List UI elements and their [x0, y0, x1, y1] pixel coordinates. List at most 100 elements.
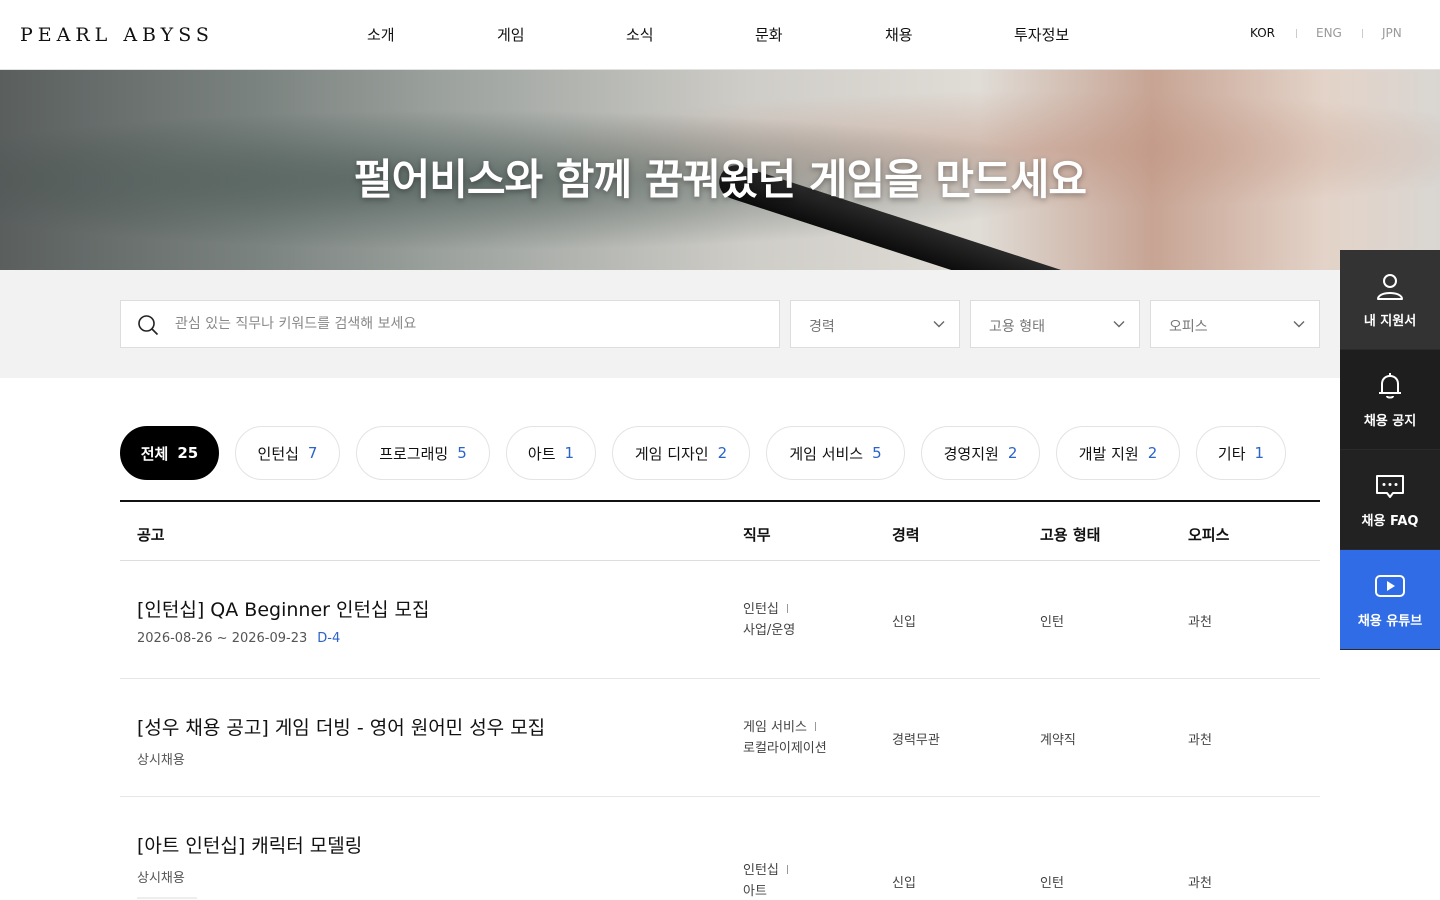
job-divider: [786, 604, 788, 613]
column-header-employment: 고용 형태: [1040, 526, 1101, 544]
category-count: 2: [1007, 444, 1018, 462]
lang-kor[interactable]: KOR: [1250, 26, 1275, 40]
filter-career-select[interactable]: 경력: [790, 300, 960, 348]
filter-office-label: 오피스: [1169, 319, 1208, 335]
category-label: 아트: [527, 444, 556, 463]
period-text: 2026-08-26 ~ 2026-09-23: [137, 631, 308, 646]
category-tab-etc[interactable]: 기타 1: [1196, 426, 1286, 480]
job-category: 인턴십 사업/운영: [743, 599, 795, 641]
recruit-notice-button[interactable]: 채용 공지: [1340, 350, 1440, 450]
category-count: 2: [717, 444, 728, 462]
side-label: 채용 유튜브: [1357, 614, 1423, 629]
my-application-button[interactable]: 내 지원서: [1340, 250, 1440, 350]
job-secondary: 로컬라이제이션: [743, 741, 827, 756]
job-category: 게임 서비스 로컬라이제이션: [743, 717, 827, 759]
chevron-down-icon: [933, 321, 945, 328]
lang-eng[interactable]: ENG: [1316, 26, 1342, 40]
chat-icon: [1376, 475, 1404, 498]
job-secondary: 아트: [743, 884, 767, 899]
period-text: 상시채용: [137, 871, 185, 886]
table-row[interactable]: [성우 채용 공고] 게임 더빙 - 영어 원어민 성우 모집 상시채용 게임 …: [120, 679, 1320, 797]
job-primary: 게임 서비스: [743, 720, 807, 735]
employment-value: 인턴: [1040, 876, 1064, 891]
category-count: 1: [564, 444, 575, 462]
lang-divider: [1296, 29, 1297, 38]
filter-employment-label: 고용 형태: [989, 319, 1045, 335]
category-count: 5: [872, 444, 882, 462]
category-tab-all[interactable]: 전체 25: [120, 426, 219, 480]
category-tab-programming[interactable]: 프로그래밍 5: [356, 426, 490, 480]
filter-employment-select[interactable]: 고용 형태: [970, 300, 1140, 348]
category-tab-art[interactable]: 아트 1: [506, 426, 596, 480]
category-count: 1: [1254, 444, 1265, 462]
category-tab-dev-support[interactable]: 개발 지원 2: [1056, 426, 1180, 480]
posting-period: 상시채용: [137, 867, 185, 886]
job-divider: [814, 722, 816, 731]
category-label: 인턴십: [257, 444, 299, 463]
category-label: 경영지원: [943, 444, 999, 463]
posting-period: 2026-08-26 ~ 2026-09-23 D-4: [137, 631, 340, 646]
search-box: [120, 300, 780, 348]
recruit-youtube-button[interactable]: 채용 유튜브: [1340, 550, 1440, 650]
period-text: 상시채용: [137, 753, 185, 768]
category-label: 게임 디자인: [634, 444, 709, 463]
site-header: PEARL ABYSS 소개 게임 소식 문화 채용 투자정보 KOR ENG …: [0, 0, 1440, 70]
side-label: 채용 공지: [1363, 414, 1417, 429]
employment-value: 인턴: [1040, 615, 1064, 630]
hero-title: 펄어비스와 함께 꿈꿔왔던 게임을 만드세요: [353, 155, 1087, 204]
posting-period: 상시채용: [137, 749, 185, 768]
nav-item-investors[interactable]: 투자정보: [1014, 24, 1069, 45]
search-input[interactable]: [175, 301, 765, 347]
category-tab-game-service[interactable]: 게임 서비스 5: [766, 426, 905, 480]
category-tab-game-design[interactable]: 게임 디자인 2: [612, 426, 750, 480]
side-label: 채용 FAQ: [1361, 514, 1419, 529]
bell-icon: [1379, 373, 1401, 399]
column-header-office: 오피스: [1188, 526, 1230, 544]
column-header-posting: 공고: [137, 526, 165, 544]
job-category: 인턴십 아트: [743, 860, 788, 900]
posting-title[interactable]: [아트 인턴십] 캐릭터 모델링: [137, 831, 362, 858]
nav-item-careers[interactable]: 채용: [885, 24, 913, 45]
office-value: 과천: [1188, 876, 1212, 891]
user-icon: [1377, 274, 1403, 300]
column-header-career: 경력: [892, 526, 920, 544]
job-primary: 인턴십: [743, 602, 779, 617]
chevron-down-icon: [1293, 321, 1305, 328]
filter-office-select[interactable]: 오피스: [1150, 300, 1320, 348]
table-row[interactable]: [아트 인턴십] 캐릭터 모델링 상시채용 인턴십 아트 신입 인턴 과천: [120, 797, 1320, 900]
lang-divider: [1362, 29, 1363, 38]
category-label: 게임 서비스: [789, 444, 864, 463]
category-label: 개발 지원: [1078, 444, 1139, 463]
category-label: 전체: [140, 444, 169, 463]
career-value: 신입: [892, 876, 916, 891]
career-value: 신입: [892, 615, 916, 630]
recruit-faq-button[interactable]: 채용 FAQ: [1340, 450, 1440, 550]
category-tab-internship[interactable]: 인턴십 7: [235, 426, 340, 480]
category-label: 기타: [1217, 444, 1246, 463]
posting-title[interactable]: [인턴십] QA Beginner 인턴십 모집: [137, 595, 429, 622]
lang-jpn[interactable]: JPN: [1382, 26, 1402, 40]
office-value: 과천: [1188, 615, 1212, 630]
category-count: 2: [1147, 444, 1158, 462]
job-secondary: 사업/운영: [743, 623, 796, 638]
category-count: 5: [457, 444, 467, 462]
nav-item-news[interactable]: 소식: [626, 24, 654, 45]
category-count: 7: [307, 444, 318, 462]
posting-title[interactable]: [성우 채용 공고] 게임 더빙 - 영어 원어민 성우 모집: [137, 713, 545, 740]
column-header-job: 직무: [743, 526, 771, 544]
category-tab-management[interactable]: 경영지원 2: [921, 426, 1040, 480]
office-value: 과천: [1188, 733, 1212, 748]
row-divider: [137, 897, 197, 899]
category-count: 25: [177, 444, 199, 462]
nav-item-games[interactable]: 게임: [497, 24, 525, 45]
play-icon: [1375, 575, 1405, 597]
category-label: 프로그래밍: [379, 444, 449, 463]
search-section: 경력 고용 형태 오피스: [0, 270, 1440, 378]
nav-item-about[interactable]: 소개: [367, 24, 395, 45]
table-row[interactable]: [인턴십] QA Beginner 인턴십 모집 2026-08-26 ~ 20…: [120, 561, 1320, 679]
nav-item-culture[interactable]: 문화: [755, 24, 783, 45]
main-nav: 소개 게임 소식 문화 채용 투자정보: [0, 24, 1440, 48]
search-icon[interactable]: [137, 314, 159, 336]
employment-value: 계약직: [1040, 733, 1076, 748]
chevron-down-icon: [1113, 321, 1125, 328]
